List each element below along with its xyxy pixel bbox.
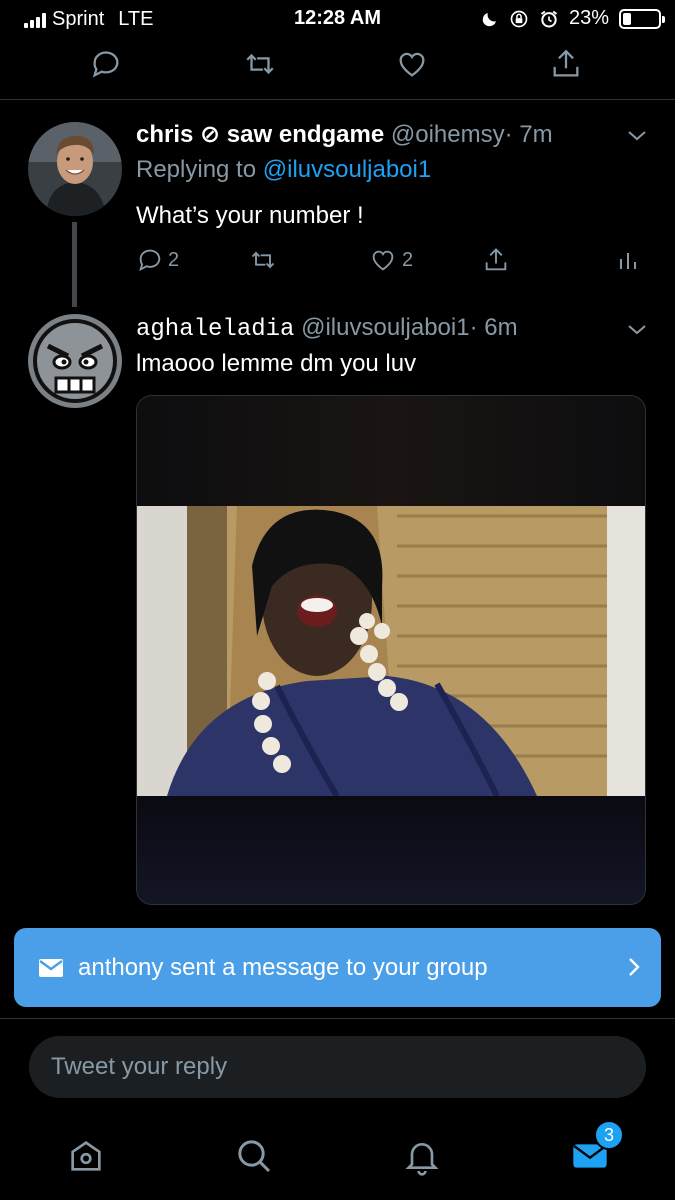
tweet-aghaleladia[interactable]: aghaleladia @iluvsouljaboi1· 6m lmaooo l… <box>0 0 675 920</box>
display-name[interactable]: aghaleladia <box>136 316 294 343</box>
notification-text: anthony sent a message to your group <box>78 953 488 981</box>
reply-input[interactable] <box>51 1053 646 1081</box>
tweet-media[interactable] <box>136 395 646 905</box>
avatar-aghaleladia[interactable] <box>28 314 122 408</box>
home-icon <box>71 1141 101 1171</box>
tab-home[interactable] <box>64 1134 108 1178</box>
tab-messages[interactable]: 3 <box>568 1120 624 1178</box>
tweet-time: · 6m <box>469 314 518 341</box>
tweet-text: lmaooo lemme dm you luv <box>136 350 417 377</box>
gif-preview[interactable] <box>137 506 645 796</box>
search-icon <box>238 1140 271 1173</box>
divider <box>0 1018 675 1019</box>
envelope-icon <box>39 958 63 977</box>
tab-search[interactable] <box>232 1134 276 1178</box>
reply-composer[interactable] <box>29 1036 646 1098</box>
bell-icon <box>405 1143 439 1176</box>
tab-notifications[interactable] <box>400 1134 444 1178</box>
bottom-tab-bar: 3 <box>0 1118 675 1200</box>
user-handle[interactable]: @iluvsouljaboi1 <box>301 314 469 341</box>
message-notification-banner[interactable]: anthony sent a message to your group <box>14 928 661 1007</box>
chevron-down-icon[interactable] <box>625 318 649 342</box>
chevron-right-icon <box>629 958 640 976</box>
messages-badge: 3 <box>594 1120 624 1150</box>
